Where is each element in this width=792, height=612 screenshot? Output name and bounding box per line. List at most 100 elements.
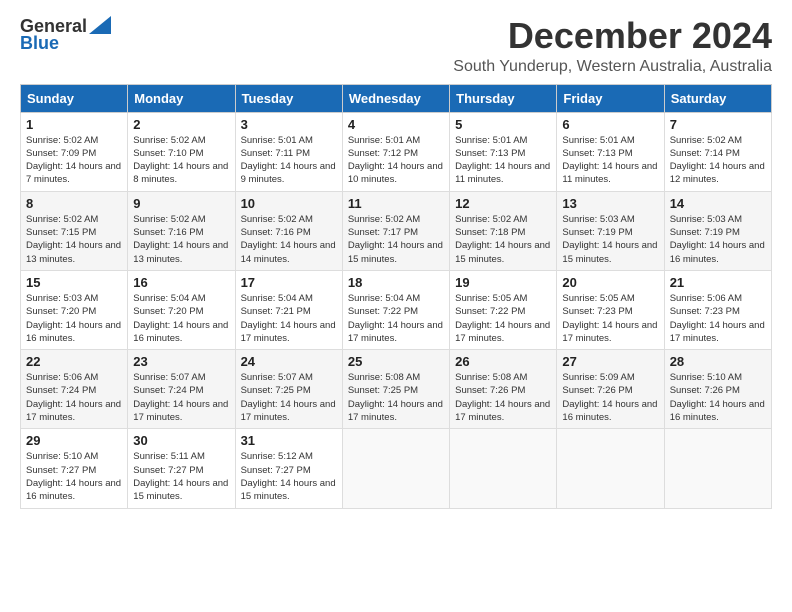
table-row: 16 Sunrise: 5:04 AM Sunset: 7:20 PM Dayl… xyxy=(128,270,235,349)
calendar-week-5: 29 Sunrise: 5:10 AM Sunset: 7:27 PM Dayl… xyxy=(21,429,772,508)
day-number: 27 xyxy=(562,354,658,369)
col-thursday: Thursday xyxy=(450,84,557,112)
day-number: 31 xyxy=(241,433,337,448)
calendar-week-3: 15 Sunrise: 5:03 AM Sunset: 7:20 PM Dayl… xyxy=(21,270,772,349)
table-row: 26 Sunrise: 5:08 AM Sunset: 7:26 PM Dayl… xyxy=(450,350,557,429)
day-info: Sunrise: 5:08 AM Sunset: 7:25 PM Dayligh… xyxy=(348,371,444,424)
table-row: 5 Sunrise: 5:01 AM Sunset: 7:13 PM Dayli… xyxy=(450,112,557,191)
day-info: Sunrise: 5:10 AM Sunset: 7:26 PM Dayligh… xyxy=(670,371,766,424)
day-number: 24 xyxy=(241,354,337,369)
table-row: 24 Sunrise: 5:07 AM Sunset: 7:25 PM Dayl… xyxy=(235,350,342,429)
table-row: 11 Sunrise: 5:02 AM Sunset: 7:17 PM Dayl… xyxy=(342,191,449,270)
table-row: 9 Sunrise: 5:02 AM Sunset: 7:16 PM Dayli… xyxy=(128,191,235,270)
day-info: Sunrise: 5:02 AM Sunset: 7:18 PM Dayligh… xyxy=(455,213,551,266)
day-info: Sunrise: 5:03 AM Sunset: 7:20 PM Dayligh… xyxy=(26,292,122,345)
table-row: 10 Sunrise: 5:02 AM Sunset: 7:16 PM Dayl… xyxy=(235,191,342,270)
table-row: 8 Sunrise: 5:02 AM Sunset: 7:15 PM Dayli… xyxy=(21,191,128,270)
day-info: Sunrise: 5:03 AM Sunset: 7:19 PM Dayligh… xyxy=(670,213,766,266)
day-info: Sunrise: 5:02 AM Sunset: 7:15 PM Dayligh… xyxy=(26,213,122,266)
calendar-table: Sunday Monday Tuesday Wednesday Thursday… xyxy=(20,84,772,509)
day-number: 18 xyxy=(348,275,444,290)
day-info: Sunrise: 5:06 AM Sunset: 7:23 PM Dayligh… xyxy=(670,292,766,345)
day-number: 6 xyxy=(562,117,658,132)
day-number: 7 xyxy=(670,117,766,132)
table-row: 30 Sunrise: 5:11 AM Sunset: 7:27 PM Dayl… xyxy=(128,429,235,508)
col-sunday: Sunday xyxy=(21,84,128,112)
table-row xyxy=(557,429,664,508)
day-info: Sunrise: 5:02 AM Sunset: 7:09 PM Dayligh… xyxy=(26,134,122,187)
col-monday: Monday xyxy=(128,84,235,112)
day-info: Sunrise: 5:04 AM Sunset: 7:21 PM Dayligh… xyxy=(241,292,337,345)
day-number: 20 xyxy=(562,275,658,290)
table-row: 28 Sunrise: 5:10 AM Sunset: 7:26 PM Dayl… xyxy=(664,350,771,429)
table-row: 12 Sunrise: 5:02 AM Sunset: 7:18 PM Dayl… xyxy=(450,191,557,270)
table-row: 20 Sunrise: 5:05 AM Sunset: 7:23 PM Dayl… xyxy=(557,270,664,349)
table-row: 27 Sunrise: 5:09 AM Sunset: 7:26 PM Dayl… xyxy=(557,350,664,429)
day-number: 26 xyxy=(455,354,551,369)
table-row: 29 Sunrise: 5:10 AM Sunset: 7:27 PM Dayl… xyxy=(21,429,128,508)
table-row: 18 Sunrise: 5:04 AM Sunset: 7:22 PM Dayl… xyxy=(342,270,449,349)
table-row xyxy=(450,429,557,508)
table-row: 23 Sunrise: 5:07 AM Sunset: 7:24 PM Dayl… xyxy=(128,350,235,429)
day-number: 13 xyxy=(562,196,658,211)
day-number: 1 xyxy=(26,117,122,132)
table-row: 2 Sunrise: 5:02 AM Sunset: 7:10 PM Dayli… xyxy=(128,112,235,191)
day-info: Sunrise: 5:04 AM Sunset: 7:20 PM Dayligh… xyxy=(133,292,229,345)
day-number: 21 xyxy=(670,275,766,290)
day-number: 5 xyxy=(455,117,551,132)
day-number: 22 xyxy=(26,354,122,369)
day-number: 17 xyxy=(241,275,337,290)
table-row: 15 Sunrise: 5:03 AM Sunset: 7:20 PM Dayl… xyxy=(21,270,128,349)
title-area: December 2024 South Yunderup, Western Au… xyxy=(453,16,772,76)
col-saturday: Saturday xyxy=(664,84,771,112)
day-info: Sunrise: 5:01 AM Sunset: 7:11 PM Dayligh… xyxy=(241,134,337,187)
day-info: Sunrise: 5:08 AM Sunset: 7:26 PM Dayligh… xyxy=(455,371,551,424)
day-info: Sunrise: 5:02 AM Sunset: 7:10 PM Dayligh… xyxy=(133,134,229,187)
day-number: 3 xyxy=(241,117,337,132)
day-number: 28 xyxy=(670,354,766,369)
day-info: Sunrise: 5:02 AM Sunset: 7:16 PM Dayligh… xyxy=(133,213,229,266)
day-info: Sunrise: 5:02 AM Sunset: 7:14 PM Dayligh… xyxy=(670,134,766,187)
table-row: 3 Sunrise: 5:01 AM Sunset: 7:11 PM Dayli… xyxy=(235,112,342,191)
table-row: 31 Sunrise: 5:12 AM Sunset: 7:27 PM Dayl… xyxy=(235,429,342,508)
table-row: 4 Sunrise: 5:01 AM Sunset: 7:12 PM Dayli… xyxy=(342,112,449,191)
location-title: South Yunderup, Western Australia, Austr… xyxy=(453,58,772,76)
day-info: Sunrise: 5:02 AM Sunset: 7:16 PM Dayligh… xyxy=(241,213,337,266)
calendar-week-4: 22 Sunrise: 5:06 AM Sunset: 7:24 PM Dayl… xyxy=(21,350,772,429)
month-title: December 2024 xyxy=(453,16,772,56)
day-info: Sunrise: 5:06 AM Sunset: 7:24 PM Dayligh… xyxy=(26,371,122,424)
logo-icon xyxy=(89,16,111,34)
day-number: 29 xyxy=(26,433,122,448)
day-info: Sunrise: 5:11 AM Sunset: 7:27 PM Dayligh… xyxy=(133,450,229,503)
header: General Blue December 2024 South Yunderu… xyxy=(20,16,772,76)
day-number: 14 xyxy=(670,196,766,211)
day-info: Sunrise: 5:05 AM Sunset: 7:22 PM Dayligh… xyxy=(455,292,551,345)
table-row xyxy=(342,429,449,508)
logo: General Blue xyxy=(20,16,111,54)
day-info: Sunrise: 5:07 AM Sunset: 7:25 PM Dayligh… xyxy=(241,371,337,424)
table-row: 6 Sunrise: 5:01 AM Sunset: 7:13 PM Dayli… xyxy=(557,112,664,191)
day-info: Sunrise: 5:03 AM Sunset: 7:19 PM Dayligh… xyxy=(562,213,658,266)
day-info: Sunrise: 5:02 AM Sunset: 7:17 PM Dayligh… xyxy=(348,213,444,266)
calendar-week-2: 8 Sunrise: 5:02 AM Sunset: 7:15 PM Dayli… xyxy=(21,191,772,270)
table-row: 25 Sunrise: 5:08 AM Sunset: 7:25 PM Dayl… xyxy=(342,350,449,429)
day-info: Sunrise: 5:04 AM Sunset: 7:22 PM Dayligh… xyxy=(348,292,444,345)
day-number: 12 xyxy=(455,196,551,211)
table-row: 19 Sunrise: 5:05 AM Sunset: 7:22 PM Dayl… xyxy=(450,270,557,349)
table-row: 7 Sunrise: 5:02 AM Sunset: 7:14 PM Dayli… xyxy=(664,112,771,191)
day-number: 4 xyxy=(348,117,444,132)
day-number: 9 xyxy=(133,196,229,211)
day-info: Sunrise: 5:09 AM Sunset: 7:26 PM Dayligh… xyxy=(562,371,658,424)
table-row: 22 Sunrise: 5:06 AM Sunset: 7:24 PM Dayl… xyxy=(21,350,128,429)
table-row: 1 Sunrise: 5:02 AM Sunset: 7:09 PM Dayli… xyxy=(21,112,128,191)
logo-blue: Blue xyxy=(20,33,59,54)
day-number: 11 xyxy=(348,196,444,211)
day-number: 2 xyxy=(133,117,229,132)
table-row: 17 Sunrise: 5:04 AM Sunset: 7:21 PM Dayl… xyxy=(235,270,342,349)
table-row: 14 Sunrise: 5:03 AM Sunset: 7:19 PM Dayl… xyxy=(664,191,771,270)
day-info: Sunrise: 5:05 AM Sunset: 7:23 PM Dayligh… xyxy=(562,292,658,345)
col-friday: Friday xyxy=(557,84,664,112)
day-info: Sunrise: 5:12 AM Sunset: 7:27 PM Dayligh… xyxy=(241,450,337,503)
day-number: 8 xyxy=(26,196,122,211)
day-number: 30 xyxy=(133,433,229,448)
